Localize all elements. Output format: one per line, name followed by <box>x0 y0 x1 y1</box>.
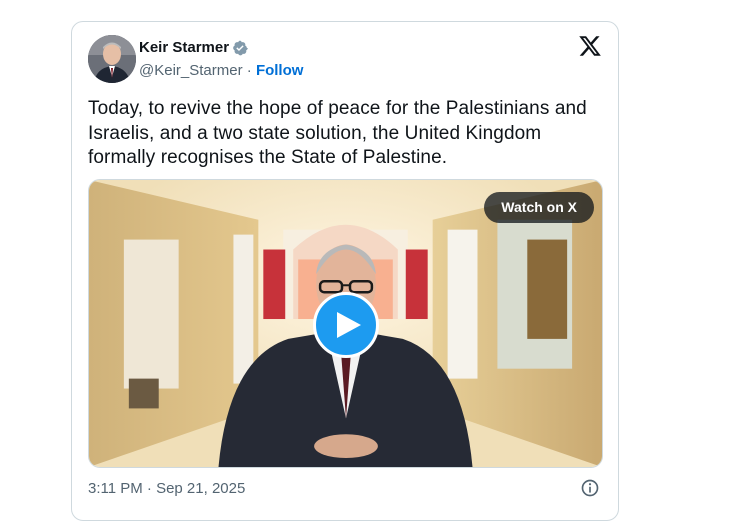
handle-row: @Keir_Starmer · Follow <box>139 62 303 79</box>
info-icon[interactable] <box>580 478 600 498</box>
author-handle[interactable]: @Keir_Starmer <box>139 62 243 79</box>
tweet-timestamp[interactable]: 3:11 PM · Sep 21, 2025 <box>88 480 245 497</box>
watch-on-x-button[interactable]: Watch on X <box>484 192 594 223</box>
tweet-card: Keir Starmer @Keir_Starmer · Follow Toda… <box>71 21 619 521</box>
tweet-text: Today, to revive the hope of peace for t… <box>88 98 587 168</box>
x-logo-icon[interactable] <box>578 34 602 58</box>
play-button[interactable] <box>313 292 379 358</box>
play-icon <box>337 312 361 338</box>
video-player[interactable]: Watch on X <box>88 179 603 468</box>
author-avatar[interactable] <box>88 35 136 83</box>
author-name[interactable]: Keir Starmer <box>139 39 229 56</box>
handle-separator: · <box>242 62 256 79</box>
verified-badge-icon <box>233 40 248 56</box>
avatar-portrait-icon <box>88 35 136 83</box>
follow-button[interactable]: Follow <box>256 62 304 79</box>
